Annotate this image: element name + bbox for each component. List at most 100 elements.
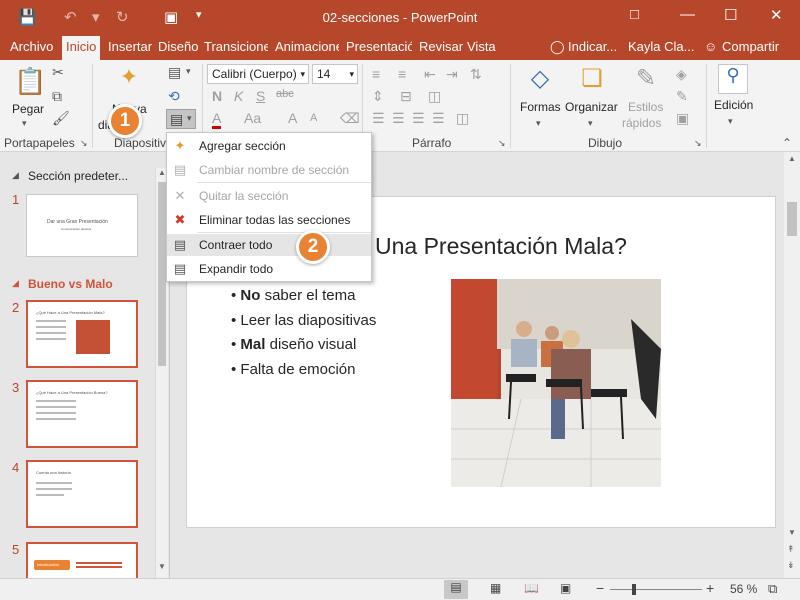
paste-icon[interactable]: 📋	[14, 66, 46, 100]
chevron-down-icon[interactable]: ▾	[588, 118, 593, 129]
bullets-icon[interactable]: ≡	[372, 66, 380, 82]
align-text-icon[interactable]: ⊟	[400, 88, 412, 105]
shape-outline-icon[interactable]: ✎	[676, 88, 688, 105]
tab-inicio[interactable]: Inicio	[62, 36, 101, 60]
slide-sorter-icon[interactable]: ▦	[490, 581, 501, 595]
arrange-icon[interactable]: ❏	[576, 64, 608, 94]
slideshow-icon[interactable]: ▣	[560, 581, 571, 595]
arrange-button[interactable]: Organizar	[565, 100, 618, 114]
user-name[interactable]: Kayla Cla...	[628, 39, 694, 54]
paste-button[interactable]: Pegar	[12, 102, 44, 116]
collapse-ribbon-icon[interactable]: ⌃	[782, 136, 792, 150]
scroll-down-icon[interactable]: ▼	[788, 528, 796, 537]
scroll-up-icon[interactable]: ▲	[788, 154, 796, 163]
menu-item-rename-section[interactable]: ▤ Cambiar nombre de sección	[167, 159, 371, 181]
bullet-item[interactable]: • Mal diseño visual	[231, 336, 356, 353]
zoom-out-button[interactable]: −	[596, 580, 604, 596]
bullet-item[interactable]: • No saber el tema	[231, 287, 355, 304]
zoom-level[interactable]: 56 %	[730, 582, 757, 596]
cut-icon[interactable]: ✂	[52, 64, 64, 81]
slide-title[interactable]: Una Presentación Mala?	[375, 233, 627, 260]
bullet-item[interactable]: • Leer las diapositivas	[231, 312, 376, 329]
underline-button[interactable]: S	[256, 88, 265, 104]
align-left-icon[interactable]: ☰	[372, 110, 385, 127]
close-icon[interactable]: ✕	[770, 6, 783, 24]
previous-slide-icon[interactable]: ↟	[787, 544, 795, 555]
tab-vista[interactable]: Vista	[467, 39, 496, 54]
decrease-indent-icon[interactable]: ⇤	[424, 66, 436, 83]
bold-button[interactable]: N	[212, 88, 222, 104]
numbering-icon[interactable]: ≡	[398, 66, 406, 82]
slide-thumbnail[interactable]: ¿Qué Hace a Una Presentación Mala?	[26, 300, 138, 368]
text-direction-icon[interactable]: ⇕	[372, 88, 384, 105]
tab-revisar[interactable]: Revisar	[419, 39, 463, 54]
new-slide-icon[interactable]: ✦	[112, 64, 146, 94]
fit-to-window-icon[interactable]: ⧉	[768, 581, 777, 597]
smartart-icon[interactable]: ◫	[428, 88, 441, 105]
slide-photo[interactable]	[451, 279, 661, 487]
reset-icon[interactable]: ⟲	[168, 88, 180, 105]
zoom-slider-track[interactable]	[610, 589, 702, 590]
copy-icon[interactable]: ⧉	[52, 88, 62, 105]
chevron-down-icon[interactable]: ▾	[186, 66, 191, 77]
collapse-section-icon[interactable]: ◢	[12, 170, 19, 181]
share-button[interactable]: Compartir	[722, 39, 779, 54]
editing-button[interactable]: Edición	[714, 98, 753, 112]
scroll-up-icon[interactable]: ▲	[158, 168, 166, 177]
chevron-down-icon[interactable]: ▾	[728, 116, 733, 127]
tab-animaciones[interactable]: Animaciones	[275, 39, 339, 54]
bullet-item[interactable]: • Falta de emoción	[231, 361, 356, 378]
ribbon-display-icon[interactable]: □	[630, 6, 639, 23]
tab-insertar[interactable]: Insertar	[108, 39, 152, 54]
chevron-down-icon[interactable]: ▾	[536, 118, 541, 129]
shape-fill-icon[interactable]: ◈	[676, 66, 687, 83]
zoom-slider-thumb[interactable]	[631, 584, 636, 595]
align-center-icon[interactable]: ☰	[392, 110, 405, 127]
slide-thumbnail[interactable]: Cuenta una historia	[26, 460, 138, 528]
layout-icon[interactable]: ▤	[168, 64, 181, 81]
scrollbar-thumb[interactable]	[787, 202, 797, 236]
tab-diseno[interactable]: Diseño	[158, 39, 198, 54]
font-name-select[interactable]: Calibri (Cuerpo) ▾	[207, 64, 309, 84]
quick-styles-icon[interactable]: ✎	[630, 64, 662, 94]
slide-thumbnail[interactable]: Dar una Gran Presentación Comunicación e…	[26, 194, 138, 257]
font-size-select[interactable]: 14 ▾	[312, 64, 358, 84]
grow-font-button[interactable]: A	[288, 110, 297, 126]
italic-button[interactable]: K	[234, 88, 243, 104]
tell-me-box[interactable]: Indicar...	[568, 39, 617, 54]
line-spacing-icon[interactable]: ⇅	[470, 66, 482, 83]
scroll-down-icon[interactable]: ▼	[158, 562, 166, 571]
align-right-icon[interactable]: ☰	[412, 110, 425, 127]
dialog-launcher-icon[interactable]: ↘	[694, 138, 702, 149]
minimize-icon[interactable]: —	[680, 6, 695, 23]
search-icon[interactable]: ⚲	[718, 64, 748, 94]
scrollbar-thumb[interactable]	[158, 182, 166, 366]
zoom-in-button[interactable]: +	[706, 580, 714, 596]
chevron-down-icon[interactable]: ▾	[22, 118, 27, 129]
columns-icon[interactable]: ◫	[456, 110, 469, 127]
slide-thumbnail[interactable]: ¿Qué Hace a Una Presentación Buena?	[26, 380, 138, 448]
quick-styles-label-1[interactable]: Estilos	[628, 100, 663, 114]
strikethrough-button[interactable]: abc	[276, 88, 294, 100]
tab-presentacion[interactable]: Presentación	[346, 39, 412, 54]
menu-item-collapse-all[interactable]: ▤ Contraer todo	[167, 234, 371, 256]
menu-item-remove-section[interactable]: ✕ Quitar la sección	[167, 185, 371, 207]
justify-icon[interactable]: ☰	[432, 110, 445, 127]
dialog-launcher-icon[interactable]: ↘	[498, 138, 506, 149]
section-header-bueno-vs-malo[interactable]: Bueno vs Malo	[28, 277, 113, 291]
menu-item-expand-all[interactable]: ▤ Expandir todo	[167, 258, 371, 280]
clear-formatting-icon[interactable]: ⌫	[340, 110, 360, 127]
tab-archivo[interactable]: Archivo	[10, 39, 53, 54]
menu-item-remove-all-sections[interactable]: ✖ Eliminar todas las secciones	[167, 209, 371, 231]
section-header-default[interactable]: Sección predeter...	[28, 169, 128, 183]
tab-transiciones[interactable]: Transiciones	[204, 39, 268, 54]
shapes-button[interactable]: Formas	[520, 100, 561, 114]
next-slide-icon[interactable]: ↡	[787, 560, 795, 571]
font-color-button[interactable]: A	[212, 110, 222, 129]
shrink-font-button[interactable]: A	[310, 112, 317, 124]
quick-styles-label-2[interactable]: rápidos	[622, 116, 661, 130]
increase-indent-icon[interactable]: ⇥	[446, 66, 458, 83]
section-button[interactable]: ▤ ▾	[166, 109, 196, 129]
slide-vertical-scrollbar[interactable]: ▲ ▼ ↟ ↡	[784, 152, 800, 578]
slide-thumbnail[interactable]: Introducción	[26, 542, 138, 582]
